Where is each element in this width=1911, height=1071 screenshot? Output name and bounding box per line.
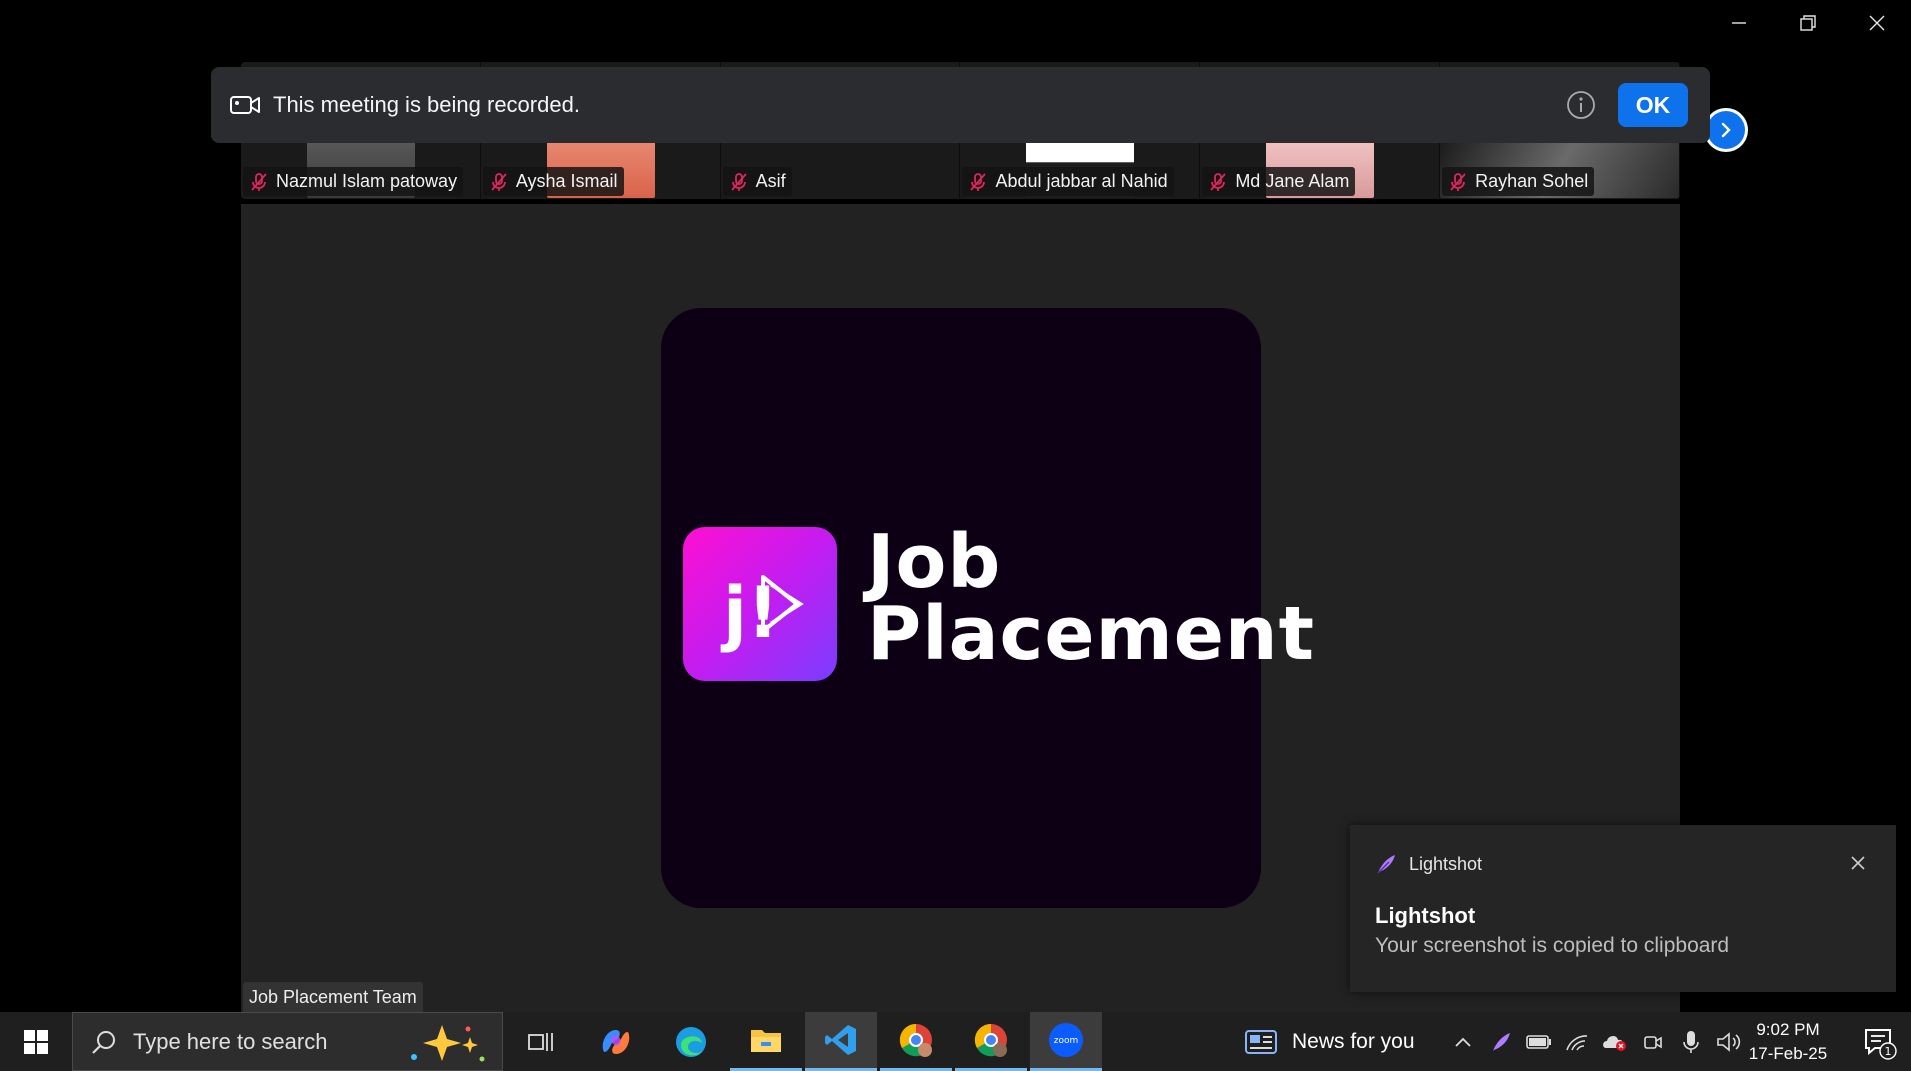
chrome-icon	[899, 1023, 932, 1057]
recording-banner: This meeting is being recorded. OK	[211, 67, 1710, 143]
cloud-error-icon	[1603, 1035, 1626, 1051]
minimize-icon	[1731, 22, 1746, 24]
close-icon	[1869, 15, 1884, 31]
task-view-icon	[528, 1032, 553, 1051]
sparkle-icon	[411, 1025, 485, 1062]
chrome-profile-button[interactable]	[955, 1012, 1027, 1071]
wifi-button[interactable]	[1564, 1029, 1590, 1055]
chrome-button[interactable]	[880, 1012, 952, 1071]
taskbar-search-box[interactable]: Type here to search	[72, 1012, 503, 1071]
microphone-icon	[1683, 1030, 1699, 1053]
news-icon	[1245, 1029, 1277, 1054]
notification-count: 1	[1885, 1045, 1892, 1058]
participant-name-tag: Asif	[722, 167, 792, 196]
restore-button[interactable]	[1773, 0, 1842, 46]
copilot-icon	[602, 1029, 630, 1054]
chrome-icon	[974, 1023, 1007, 1057]
mic-muted-icon	[1450, 172, 1466, 191]
participant-name: Aysha Ismail	[515, 171, 618, 191]
zoom-button[interactable]: zoom	[1030, 1012, 1102, 1071]
onedrive-button[interactable]	[1602, 1029, 1628, 1055]
toast-app-name: Lightshot	[1409, 853, 1483, 874]
microphone-button[interactable]	[1678, 1029, 1704, 1055]
copilot-button[interactable]	[580, 1012, 652, 1071]
news-widget[interactable]: News for you	[1244, 1012, 1415, 1071]
mic-muted-icon	[491, 172, 507, 191]
battery-icon	[1526, 1034, 1551, 1049]
task-view-button[interactable]	[505, 1012, 577, 1071]
window-controls	[1704, 0, 1911, 46]
restore-icon	[1799, 15, 1816, 31]
chevron-right-icon	[1721, 122, 1731, 138]
toast-body: Your screenshot is copied to clipboard	[1375, 934, 1730, 957]
ok-button[interactable]: OK	[1618, 83, 1688, 127]
mic-muted-icon	[730, 172, 747, 191]
camera-icon	[1644, 1035, 1662, 1049]
toast-title: Lightshot	[1375, 903, 1476, 928]
notification-center-icon[interactable]: 1	[1863, 1026, 1897, 1060]
battery-button[interactable]	[1526, 1029, 1552, 1055]
close-icon[interactable]	[1846, 851, 1870, 875]
vscode-icon	[825, 1025, 856, 1055]
participant-name: Asif	[755, 171, 786, 191]
close-window-button[interactable]	[1842, 0, 1911, 46]
feather-icon	[1493, 1032, 1510, 1051]
show-hidden-icons-button[interactable]	[1450, 1029, 1476, 1055]
meet-now-button[interactable]	[1640, 1029, 1666, 1055]
mic-muted-icon	[251, 172, 267, 191]
job-placement-logo: j! Job Placement	[661, 308, 1314, 908]
mic-muted-icon	[970, 172, 987, 191]
vscode-button[interactable]	[805, 1012, 877, 1071]
system-tray	[1450, 1012, 1742, 1071]
video-camera-icon	[230, 96, 260, 114]
edge-icon	[676, 1026, 706, 1057]
participant-name-tag: Rayhan Sohel	[1442, 167, 1595, 196]
search-icon	[92, 1030, 115, 1054]
feather-icon	[1377, 855, 1395, 874]
file-explorer-button[interactable]	[730, 1012, 802, 1071]
taskbar-clock[interactable]: 9:02 PM 17-Feb-25	[1738, 1018, 1838, 1066]
participant-name: Rayhan Sohel	[1475, 171, 1589, 191]
participant-name-tag: Md Jane Alam	[1202, 167, 1356, 196]
svg-text:zoom: zoom	[1054, 1036, 1079, 1046]
speaker-name-label: Job Placement Team	[243, 982, 423, 1012]
participant-name-tag: Aysha Ismail	[482, 167, 624, 196]
participant-name: Nazmul Islam patoway	[276, 171, 458, 191]
windows-icon	[24, 1029, 48, 1054]
lightshot-tray-button[interactable]	[1488, 1029, 1514, 1055]
participant-name-tag: Nazmul Islam patoway	[243, 167, 464, 196]
clock-time: 9:02 PM	[1756, 1020, 1820, 1039]
zoom-icon: zoom	[1049, 1023, 1083, 1057]
news-label: News for you	[1292, 1029, 1415, 1053]
next-page-button[interactable]	[1704, 108, 1748, 152]
logo-line-2: Placement	[867, 591, 1315, 677]
logo-wordmark: Job Placement	[867, 519, 1315, 677]
lightshot-notification[interactable]: Lightshot Lightshot Your screenshot is c…	[1350, 825, 1896, 992]
participant-name-tag: Abdul jabbar al Nahid	[962, 167, 1174, 196]
mic-muted-icon	[1210, 172, 1226, 191]
participant-name: Abdul jabbar al Nahid	[995, 171, 1168, 191]
start-button[interactable]	[0, 1012, 72, 1071]
wifi-icon	[1566, 1034, 1588, 1050]
recording-message: This meeting is being recorded.	[273, 92, 580, 117]
clock-date: 17-Feb-25	[1748, 1044, 1828, 1063]
info-icon[interactable]	[1566, 90, 1596, 120]
folder-icon	[751, 1030, 781, 1052]
minimize-button[interactable]	[1704, 0, 1773, 46]
chevron-up-icon	[1455, 1037, 1471, 1047]
logo-line-1: Job	[867, 519, 1002, 605]
search-placeholder: Type here to search	[133, 1028, 328, 1054]
edge-button[interactable]	[655, 1012, 727, 1071]
participant-name: Md Jane Alam	[1235, 171, 1350, 191]
logo-mark-icon: j!	[683, 527, 837, 681]
taskbar: Type here to search zoom News for you 9:…	[0, 1012, 1911, 1071]
